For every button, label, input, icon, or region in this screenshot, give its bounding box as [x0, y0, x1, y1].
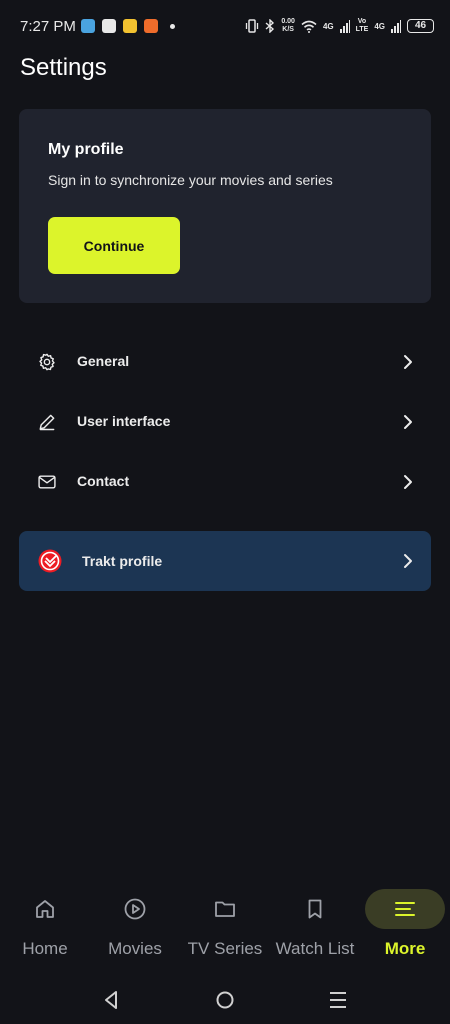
- settings-item-label: User interface: [77, 413, 171, 429]
- nav-label: Movies: [108, 939, 162, 958]
- battery-indicator: 46: [407, 19, 434, 33]
- profile-card-title: My profile: [48, 141, 124, 158]
- status-bar: 7:27 PM 0.00 K/S 4G Vo LTE 4G 46: [0, 0, 450, 52]
- settings-item-user-interface[interactable]: User interface: [19, 393, 431, 451]
- back-icon[interactable]: [100, 989, 122, 1011]
- notification-app-icon: [123, 19, 137, 33]
- signal-type-label: 4G: [374, 21, 385, 31]
- status-time: 7:27 PM: [20, 18, 76, 35]
- nav-item-more[interactable]: More: [360, 880, 450, 970]
- folder-icon: [215, 901, 235, 917]
- signal-strength-icon: [391, 19, 401, 33]
- chevron-right-icon: [404, 554, 412, 568]
- vibrate-icon: [246, 19, 259, 33]
- nav-item-home[interactable]: Home: [0, 880, 90, 970]
- system-navigation-bar: [0, 975, 450, 1024]
- settings-item-general[interactable]: General: [19, 333, 431, 391]
- nav-label: Home: [22, 939, 68, 958]
- page-title: Settings: [20, 54, 107, 81]
- settings-screen: 7:27 PM 0.00 K/S 4G Vo LTE 4G 46 Setting…: [0, 0, 450, 1024]
- notification-app-icon: [81, 19, 95, 33]
- home-button-icon[interactable]: [214, 989, 236, 1011]
- bookmark-icon: [308, 899, 322, 919]
- play-circle-icon: [124, 898, 146, 920]
- nav-label: Watch List: [275, 939, 355, 958]
- menu-icon: [395, 902, 415, 916]
- settings-item-label: General: [77, 353, 130, 369]
- home-icon: [36, 900, 54, 918]
- settings-item-label: Contact: [77, 473, 130, 489]
- bottom-navigation: Home Movies TV Series Watch List More: [0, 880, 450, 970]
- gear-icon: [39, 353, 55, 371]
- notification-app-icon: [144, 19, 158, 33]
- chevron-right-icon: [404, 475, 412, 489]
- notification-icons: [81, 19, 175, 33]
- wifi-icon: [301, 20, 317, 33]
- nav-item-tv-series[interactable]: TV Series: [180, 880, 270, 970]
- profile-card-subtitle: Sign in to synchronize your movies and s…: [48, 172, 333, 188]
- chevron-right-icon: [404, 355, 412, 369]
- trakt-logo-icon: [38, 549, 62, 573]
- signal-type-label: 4G: [322, 21, 334, 31]
- volte-label: Vo LTE: [355, 18, 369, 33]
- settings-item-contact[interactable]: Contact: [19, 453, 431, 511]
- system-status-icons: 0.00 K/S 4G Vo LTE 4G 46: [245, 18, 434, 34]
- trakt-profile-row[interactable]: Trakt profile: [19, 531, 431, 591]
- network-speed: 0.00 K/S: [281, 18, 295, 33]
- nav-label: TV Series: [187, 939, 263, 958]
- recent-apps-icon[interactable]: [327, 989, 349, 1011]
- chevron-right-icon: [404, 415, 412, 429]
- continue-button[interactable]: Continue: [48, 217, 180, 274]
- more-notifications-dot: [170, 23, 175, 29]
- signal-strength-icon: [339, 19, 350, 33]
- notification-app-icon: [102, 19, 116, 33]
- mail-icon: [38, 475, 56, 489]
- trakt-profile-label: Trakt profile: [82, 553, 163, 569]
- nav-item-movies[interactable]: Movies: [90, 880, 180, 970]
- nav-item-watch-list[interactable]: Watch List: [270, 880, 360, 970]
- profile-card: My profile Sign in to synchronize your m…: [19, 109, 431, 303]
- pencil-icon: [39, 414, 55, 431]
- nav-label: More: [384, 939, 426, 958]
- bluetooth-icon: [265, 19, 275, 33]
